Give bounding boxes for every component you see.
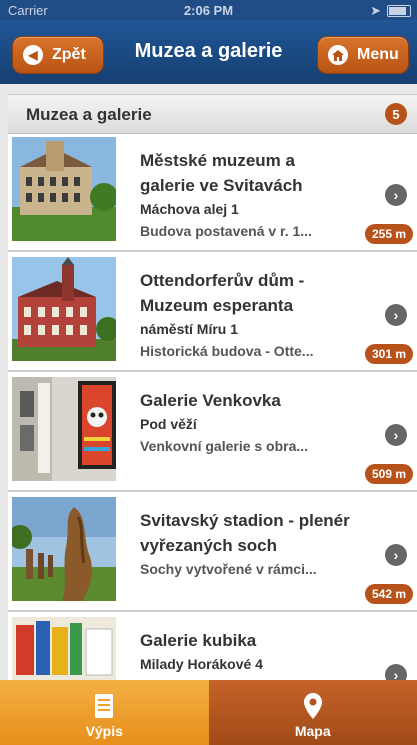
item-title: Svitavský stadion - plenér vyřezaných so… (140, 508, 350, 580)
distance-badge: 301 m (364, 344, 413, 364)
list-book-icon (95, 694, 114, 718)
navigation-bar: ◀ Zpět Muzea a galerie Menu (0, 20, 417, 84)
list-item[interactable]: Městské muzeum a galerie ve Svitavách Má… (8, 134, 417, 252)
list-item[interactable]: Galerie kubika Milady Horákové 4 › (8, 614, 417, 680)
place-list: Městské muzeum a galerie ve Svitavách Má… (8, 134, 417, 680)
distance-badge: 542 m (364, 584, 413, 604)
section-header: Muzea a galerie 5 (8, 94, 417, 134)
item-description: Sochy vytvořené v rámci... (140, 561, 317, 577)
count-badge: 5 (385, 103, 407, 125)
tab-map-label: Mapa (294, 723, 331, 739)
list-item[interactable]: Svitavský stadion - plenér vyřezaných so… (8, 494, 417, 612)
status-time: 2:06 PM (183, 3, 234, 18)
chevron-right-icon[interactable]: › (385, 304, 407, 326)
distance-badge: 255 m (364, 224, 413, 244)
item-address: náměstí Míru 1 (140, 321, 239, 337)
item-description: Historická budova - Otte... (140, 343, 314, 359)
wood-sculptures-photo (12, 497, 116, 601)
chevron-right-icon[interactable]: › (385, 664, 407, 680)
museum-building-photo (12, 137, 116, 241)
item-title: Galerie kubika Milady Horákové 4 (140, 628, 350, 675)
chevron-right-icon[interactable]: › (385, 544, 407, 566)
menu-button-label: Menu (357, 46, 399, 63)
tab-map[interactable]: Mapa (208, 680, 417, 745)
battery-icon (387, 5, 411, 17)
tab-list-label: Výpis (85, 723, 123, 739)
item-description: Budova postavená v r. 1... (140, 223, 312, 239)
chevron-right-icon[interactable]: › (385, 424, 407, 446)
tab-bar: Výpis Mapa (0, 680, 417, 745)
tab-list[interactable]: Výpis (0, 680, 209, 745)
item-address: Pod věží (140, 416, 197, 432)
status-bar: Carrier 2:06 PM ➤ (0, 0, 417, 20)
item-address: Milady Horákové 4 (140, 656, 263, 672)
home-icon (328, 45, 348, 65)
chevron-right-icon[interactable]: › (385, 184, 407, 206)
section-title: Muzea a galerie (26, 105, 152, 124)
item-description: Venkovní galerie s obra... (140, 438, 309, 454)
menu-button[interactable]: Menu (317, 36, 409, 74)
map-pin-icon (303, 693, 322, 719)
ottendorfer-house-photo (12, 257, 116, 361)
item-title: Městské muzeum a galerie ve Svitavách Má… (140, 148, 350, 242)
item-address: Máchova alej 1 (140, 201, 239, 217)
item-title: Ottendorferův dům - Muzeum esperanta nám… (140, 268, 350, 362)
item-title: Galerie Venkovka Pod věží Venkovní galer… (140, 388, 350, 457)
gallery-wall-photo (12, 377, 116, 481)
location-arrow-icon: ➤ (370, 3, 381, 18)
distance-badge: 509 m (364, 464, 413, 484)
kubika-gallery-photo (12, 617, 116, 680)
list-item[interactable]: Galerie Venkovka Pod věží Venkovní galer… (8, 374, 417, 492)
list-item[interactable]: Ottendorferův dům - Muzeum esperanta nám… (8, 254, 417, 372)
